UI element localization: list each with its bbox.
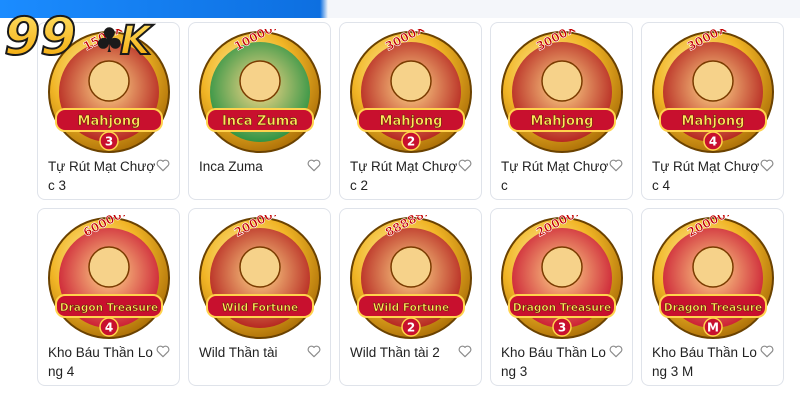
game-card-6[interactable]: 60000X Dragon Treasure 4 Kho Báu Thần Long… xyxy=(37,208,180,386)
heart-outline-icon[interactable] xyxy=(457,343,473,359)
edition-number: 3 xyxy=(558,321,566,335)
edition-number: 4 xyxy=(105,321,113,335)
game-title[interactable]: Wild Thần tài 2 xyxy=(350,343,458,362)
game-thumbnail[interactable]: 20000X Wild Fortune xyxy=(197,215,323,341)
art-title: Mahjong xyxy=(78,114,141,129)
game-thumbnail[interactable]: 20000X Dragon Treasure 3 xyxy=(499,215,625,341)
art-title: Wild Fortune xyxy=(222,302,298,314)
game-card-4[interactable]: 3000X Mahjong Tự Rút Mạt Chược xyxy=(490,22,633,200)
game-card-5[interactable]: 3000X Mahjong 4 Tự Rút Mạt Chược 4 xyxy=(641,22,784,200)
game-grid: 1500X Mahjong 3 Tự Rút Mạt Chược 3 10000X I… xyxy=(37,22,784,386)
game-card-2[interactable]: 10000X Inca Zuma Inca Zuma xyxy=(188,22,331,200)
game-thumbnail[interactable]: 20000X Dragon Treasure M xyxy=(650,215,776,341)
art-title: Inca Zuma xyxy=(222,114,298,129)
game-thumbnail[interactable]: 60000X Dragon Treasure 4 xyxy=(46,215,172,341)
brand-logo[interactable]: 99 K ♣ xyxy=(2,6,202,68)
game-art: 20000XDragon Treasure3 xyxy=(501,215,623,339)
edition-number: M xyxy=(707,321,719,335)
game-title[interactable]: Tự Rút Mạt Chược 2 xyxy=(350,157,458,195)
game-art: 20000XWild Fortune xyxy=(199,215,321,339)
art-title: Mahjong xyxy=(531,114,594,129)
logo-mark: 99 K ♣ xyxy=(3,6,155,68)
edition-number: 2 xyxy=(407,321,415,335)
game-title[interactable]: Tự Rút Mạt Chược xyxy=(501,157,609,195)
heart-outline-icon[interactable] xyxy=(457,157,473,173)
art-title: Dragon Treasure xyxy=(60,302,158,314)
game-thumbnail[interactable]: 3000X Mahjong 4 xyxy=(650,29,776,155)
character-face xyxy=(88,246,130,288)
game-art: 3000XMahjong2 xyxy=(350,29,472,153)
character-face xyxy=(239,60,281,102)
game-title[interactable]: Inca Zuma xyxy=(199,157,307,176)
game-art: 60000XDragon Treasure4 xyxy=(48,215,170,339)
game-title[interactable]: Tự Rút Mạt Chược 4 xyxy=(652,157,760,195)
character-face xyxy=(692,246,734,288)
art-title: Dragon Treasure xyxy=(664,302,762,314)
heart-outline-icon[interactable] xyxy=(759,157,775,173)
character-face xyxy=(390,60,432,102)
game-thumbnail[interactable]: 10000X Inca Zuma xyxy=(197,29,323,155)
game-card-9[interactable]: 20000X Dragon Treasure 3 Kho Báu Thần Long… xyxy=(490,208,633,386)
character-face xyxy=(541,60,583,102)
game-thumbnail[interactable]: 3000X Mahjong 2 xyxy=(348,29,474,155)
heart-outline-icon[interactable] xyxy=(759,343,775,359)
game-title[interactable]: Wild Thần tài xyxy=(199,343,307,362)
heart-outline-icon[interactable] xyxy=(155,343,171,359)
edition-number: 4 xyxy=(709,135,717,149)
game-art: 3000XMahjong4 xyxy=(652,29,774,153)
edition-number: 3 xyxy=(105,135,113,149)
game-card-10[interactable]: 20000X Dragon Treasure M Kho Báu Thần Long… xyxy=(641,208,784,386)
character-face xyxy=(88,60,130,102)
game-thumbnail[interactable]: 88888X Wild Fortune 2 xyxy=(348,215,474,341)
edition-number: 2 xyxy=(407,135,415,149)
art-title: Dragon Treasure xyxy=(513,302,611,314)
game-card-8[interactable]: 88888X Wild Fortune 2 Wild Thần tài 2 xyxy=(339,208,482,386)
heart-outline-icon[interactable] xyxy=(306,157,322,173)
heart-outline-icon[interactable] xyxy=(608,343,624,359)
svg-text:K: K xyxy=(120,18,154,64)
heart-outline-icon[interactable] xyxy=(155,157,171,173)
game-title[interactable]: Kho Báu Thần Long 4 xyxy=(48,343,156,381)
character-face xyxy=(541,246,583,288)
game-title[interactable]: Kho Báu Thần Long 3 M xyxy=(652,343,760,381)
svg-text:99: 99 xyxy=(4,8,76,64)
game-thumbnail[interactable]: 3000X Mahjong xyxy=(499,29,625,155)
game-art: 10000XInca Zuma xyxy=(199,29,321,153)
heart-outline-icon[interactable] xyxy=(608,157,624,173)
character-face xyxy=(692,60,734,102)
heart-outline-icon[interactable] xyxy=(306,343,322,359)
art-title: Wild Fortune xyxy=(373,302,449,314)
game-card-3[interactable]: 3000X Mahjong 2 Tự Rút Mạt Chược 2 xyxy=(339,22,482,200)
svg-text:♣: ♣ xyxy=(94,21,124,61)
character-face xyxy=(239,246,281,288)
game-title[interactable]: Kho Báu Thần Long 3 xyxy=(501,343,609,381)
art-title: Mahjong xyxy=(380,114,443,129)
game-art: 88888XWild Fortune2 xyxy=(350,215,472,339)
game-card-7[interactable]: 20000X Wild Fortune Wild Thần tài xyxy=(188,208,331,386)
art-title: Mahjong xyxy=(682,114,745,129)
game-art: 20000XDragon TreasureM xyxy=(652,215,774,339)
character-face xyxy=(390,246,432,288)
game-title[interactable]: Tự Rút Mạt Chược 3 xyxy=(48,157,156,195)
game-art: 3000XMahjong xyxy=(501,29,623,153)
